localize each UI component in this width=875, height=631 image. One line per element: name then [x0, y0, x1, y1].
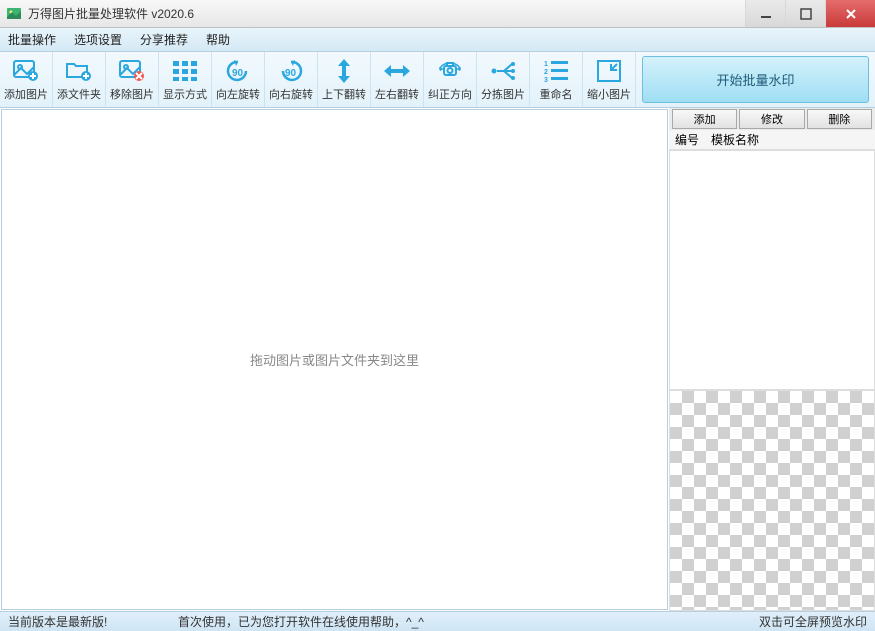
menu-share[interactable]: 分享推荐 — [140, 31, 188, 48]
svg-text:1: 1 — [544, 61, 548, 68]
rotate-right-icon: 90 — [277, 58, 305, 84]
flip-horizontal-icon — [383, 58, 411, 84]
shrink-button[interactable]: 缩小图片 — [583, 52, 636, 107]
svg-text:90: 90 — [232, 68, 244, 79]
add-image-button[interactable]: 添加图片 — [0, 52, 53, 107]
drop-zone-hint: 拖动图片或图片文件夹到这里 — [250, 350, 419, 369]
right-panel: 添加 修改 删除 编号 模板名称 — [669, 108, 875, 611]
toolbar-label: 添加图片 — [4, 86, 48, 102]
menu-help[interactable]: 帮助 — [206, 31, 230, 48]
toolbar-label: 显示方式 — [163, 86, 207, 102]
window-buttons — [745, 0, 875, 27]
flip-vertical-icon — [330, 58, 358, 84]
template-buttons: 添加 修改 删除 — [669, 108, 875, 130]
main-area: 拖动图片或图片文件夹到这里 添加 修改 删除 编号 模板名称 — [0, 108, 875, 611]
template-modify-button[interactable]: 修改 — [739, 109, 804, 129]
status-first-use: 首次使用，已为您打开软件在线使用帮助，^_^ — [178, 613, 759, 630]
template-delete-button[interactable]: 删除 — [807, 109, 872, 129]
watermark-preview[interactable] — [669, 390, 875, 611]
menu-options[interactable]: 选项设置 — [74, 31, 122, 48]
template-list[interactable] — [669, 150, 875, 390]
minimize-button[interactable] — [745, 0, 785, 27]
toolbar-label: 向左旋转 — [216, 86, 260, 102]
titlebar: 万得图片批量处理软件 v2020.6 — [0, 0, 875, 28]
statusbar: 当前版本是最新版! 首次使用，已为您打开软件在线使用帮助，^_^ 双击可全屏预览… — [0, 611, 875, 631]
rename-button[interactable]: 123 重命名 — [530, 52, 583, 107]
column-id[interactable]: 编号 — [669, 130, 711, 149]
toolbar-label: 移除图片 — [110, 86, 154, 102]
toolbar-label: 添文件夹 — [57, 86, 101, 102]
shrink-icon — [595, 58, 623, 84]
orientation-icon — [436, 58, 464, 84]
toolbar-buttons: 添加图片 添文件夹 移除图片 显示方式 90 向左旋转 90 向右旋转 上下翻转 — [0, 52, 636, 107]
svg-text:90: 90 — [285, 68, 297, 79]
image-plus-icon — [12, 58, 40, 84]
rotate-right-button[interactable]: 90 向右旋转 — [265, 52, 318, 107]
rotate-left-icon: 90 — [224, 58, 252, 84]
grid-icon — [171, 58, 199, 84]
folder-plus-icon — [65, 58, 93, 84]
toolbar-label: 向右旋转 — [269, 86, 313, 102]
image-drop-zone[interactable]: 拖动图片或图片文件夹到这里 — [1, 109, 668, 610]
rotate-left-button[interactable]: 90 向左旋转 — [212, 52, 265, 107]
status-preview-tip: 双击可全屏预览水印 — [759, 613, 867, 630]
svg-text:2: 2 — [544, 69, 548, 76]
svg-text:3: 3 — [544, 77, 548, 82]
menu-batch-ops[interactable]: 批量操作 — [8, 31, 56, 48]
view-mode-button[interactable]: 显示方式 — [159, 52, 212, 107]
start-button-label: 开始批量水印 — [716, 70, 794, 89]
flip-vertical-button[interactable]: 上下翻转 — [318, 52, 371, 107]
remove-image-button[interactable]: 移除图片 — [106, 52, 159, 107]
app-icon — [6, 6, 22, 22]
sort-images-button[interactable]: 分拣图片 — [477, 52, 530, 107]
start-batch-watermark-button[interactable]: 开始批量水印 — [642, 56, 869, 103]
toolbar: 添加图片 添文件夹 移除图片 显示方式 90 向左旋转 90 向右旋转 上下翻转 — [0, 52, 875, 108]
maximize-button[interactable] — [785, 0, 825, 27]
template-list-header: 编号 模板名称 — [669, 130, 875, 150]
flip-horizontal-button[interactable]: 左右翻转 — [371, 52, 424, 107]
list-numbered-icon: 123 — [542, 58, 570, 84]
toolbar-label: 纠正方向 — [428, 86, 472, 102]
correct-orientation-button[interactable]: 纠正方向 — [424, 52, 477, 107]
menubar: 批量操作 选项设置 分享推荐 帮助 — [0, 28, 875, 52]
close-button[interactable] — [825, 0, 875, 27]
window-title: 万得图片批量处理软件 v2020.6 — [28, 5, 745, 22]
image-remove-icon — [118, 58, 146, 84]
toolbar-label: 左右翻转 — [375, 86, 419, 102]
column-name[interactable]: 模板名称 — [711, 130, 875, 149]
status-version: 当前版本是最新版! — [8, 613, 178, 630]
sort-icon — [489, 58, 517, 84]
toolbar-label: 重命名 — [540, 86, 573, 102]
add-folder-button[interactable]: 添文件夹 — [53, 52, 106, 107]
toolbar-label: 分拣图片 — [481, 86, 525, 102]
template-add-button[interactable]: 添加 — [672, 109, 737, 129]
toolbar-label: 上下翻转 — [322, 86, 366, 102]
toolbar-label: 缩小图片 — [587, 86, 631, 102]
